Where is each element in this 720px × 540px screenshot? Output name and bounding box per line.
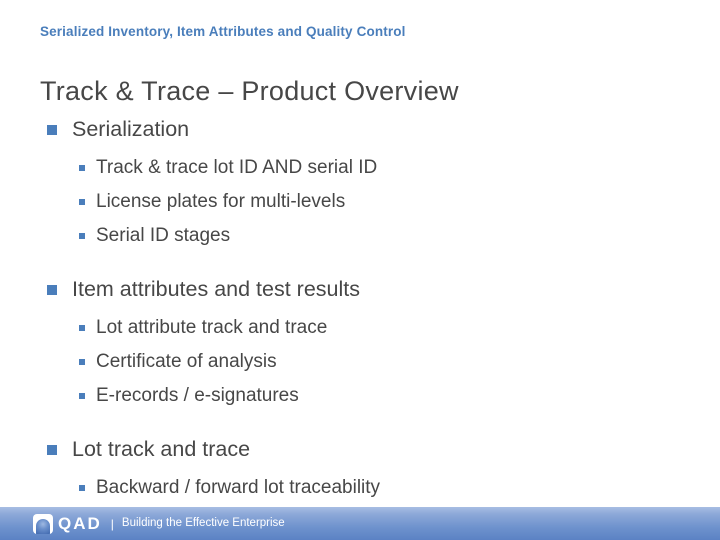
bullet-sublist: Lot attribute track and trace Certificat… xyxy=(40,311,680,413)
bullet-level2: Certificate of analysis xyxy=(40,345,680,379)
slide-kicker: Serialized Inventory, Item Attributes an… xyxy=(40,24,406,39)
bullet-level2: Serial ID stages xyxy=(40,219,680,253)
small-square-bullet-icon xyxy=(79,199,85,205)
slide-canvas: Serialized Inventory, Item Attributes an… xyxy=(0,0,720,540)
bullet-level1: Item attributes and test results xyxy=(40,272,680,306)
small-square-bullet-icon xyxy=(79,325,85,331)
bullet-level2: License plates for multi-levels xyxy=(40,185,680,219)
qad-wordmark: QAD xyxy=(58,514,102,533)
small-square-bullet-icon xyxy=(79,165,85,171)
bullet-group: Item attributes and test results Lot att… xyxy=(40,272,680,413)
page-title: Track & Trace – Product Overview xyxy=(40,76,459,107)
bullet-level1-label: Lot track and trace xyxy=(72,437,251,461)
bullet-level2-label: License plates for multi-levels xyxy=(96,191,346,212)
footer-tagline: Building the Effective Enterprise xyxy=(121,516,285,529)
slide-footer: QAD | Building the Effective Enterprise xyxy=(0,507,720,540)
bullet-level2: Track & trace lot ID AND serial ID xyxy=(40,151,680,185)
bullet-level1: Serialization xyxy=(40,112,680,146)
bullet-level2-label: Certificate of analysis xyxy=(96,351,277,372)
bullet-level2-label: E-records / e-signatures xyxy=(96,385,299,406)
bullet-level2-label: Serial ID stages xyxy=(96,225,231,246)
bullet-level2: Lot attribute track and trace xyxy=(40,311,680,345)
small-square-bullet-icon xyxy=(79,393,85,399)
square-bullet-icon xyxy=(47,445,57,455)
qad-logo-icon xyxy=(33,513,53,534)
bullet-group: Lot track and trace Backward / forward l… xyxy=(40,432,680,505)
bullet-sublist: Backward / forward lot traceability xyxy=(40,471,680,505)
footer-separator: | xyxy=(110,516,114,531)
bullet-sublist: Track & trace lot ID AND serial ID Licen… xyxy=(40,151,680,253)
small-square-bullet-icon xyxy=(79,233,85,239)
square-bullet-icon xyxy=(47,125,57,135)
bullet-level1-label: Item attributes and test results xyxy=(72,277,360,301)
small-square-bullet-icon xyxy=(79,359,85,365)
bullet-level2-label: Lot attribute track and trace xyxy=(96,317,328,338)
bullet-content: Serialization Track & trace lot ID AND s… xyxy=(40,112,680,505)
bullet-level2: E-records / e-signatures xyxy=(40,379,680,413)
bullet-level1: Lot track and trace xyxy=(40,432,680,466)
bullet-level1-label: Serialization xyxy=(72,117,190,141)
bullet-level2-label: Backward / forward lot traceability xyxy=(96,477,381,498)
bullet-level2: Backward / forward lot traceability xyxy=(40,471,680,505)
small-square-bullet-icon xyxy=(79,485,85,491)
qad-arch-shape xyxy=(36,518,50,534)
bullet-group: Serialization Track & trace lot ID AND s… xyxy=(40,112,680,253)
square-bullet-icon xyxy=(47,285,57,295)
bullet-level2-label: Track & trace lot ID AND serial ID xyxy=(96,157,378,178)
